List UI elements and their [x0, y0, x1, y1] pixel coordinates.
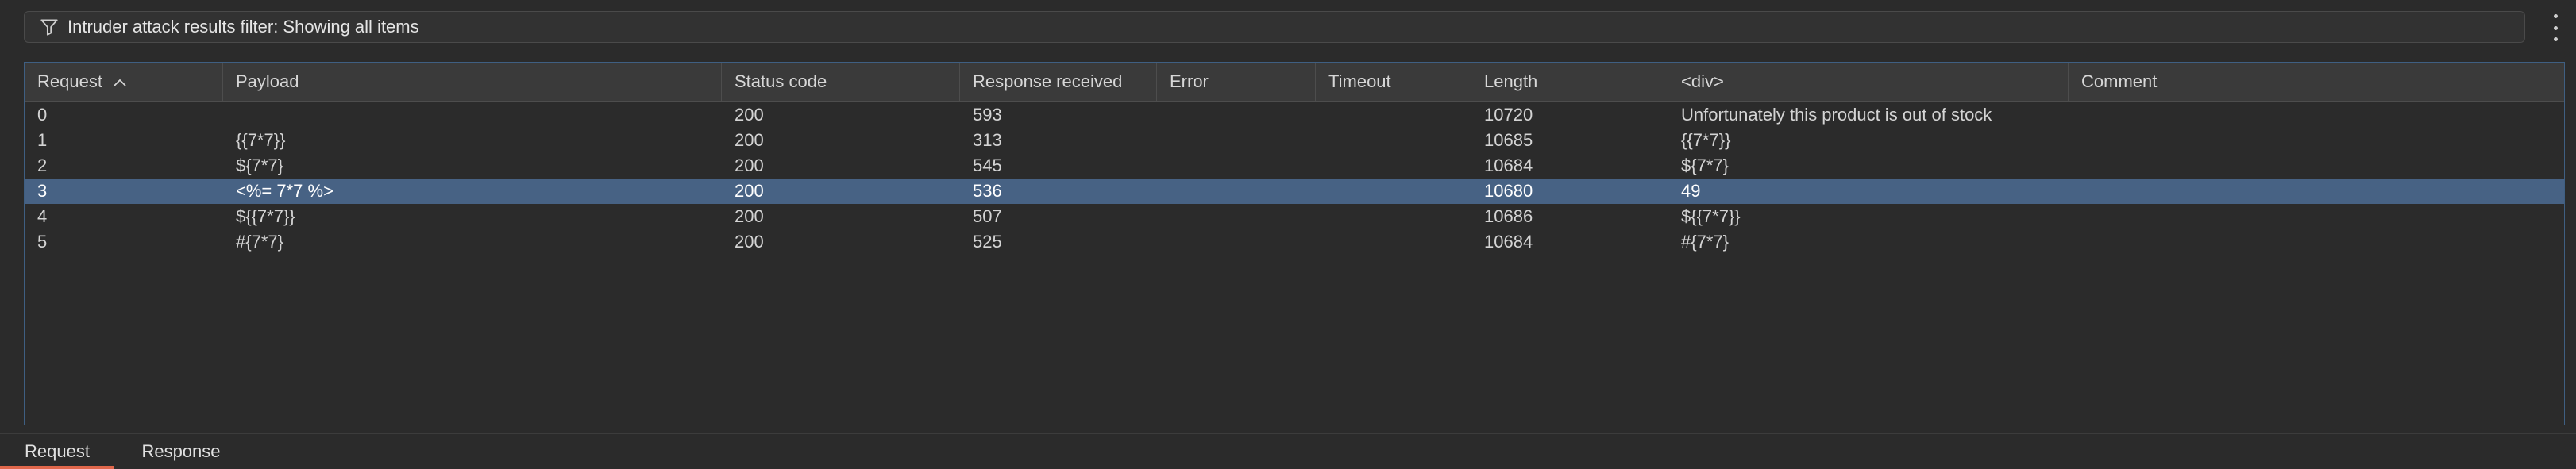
cell-payload: ${7*7} — [236, 156, 283, 175]
table-row[interactable]: 2 ${7*7} 200 545 10684 ${7*7} — [25, 153, 2564, 179]
sort-ascending-icon — [114, 79, 126, 86]
table-row[interactable]: 4 ${{7*7}} 200 507 10686 ${{7*7}} — [25, 204, 2564, 229]
cell-error — [1157, 204, 1316, 229]
cell-payload: #{7*7} — [236, 232, 283, 252]
column-header-response-received[interactable]: Response received — [960, 63, 1157, 101]
cell-payload: <%= 7*7 %> — [236, 181, 334, 201]
cell-request: 2 — [37, 156, 48, 175]
cell-status-code: 200 — [735, 206, 764, 226]
cell-length: 10685 — [1484, 130, 1533, 150]
cell-length: 10680 — [1484, 181, 1533, 201]
cell-timeout — [1316, 102, 1471, 128]
table-row[interactable]: 1 {{7*7}} 200 313 10685 {{7*7}} — [25, 128, 2564, 153]
cell-length: 10684 — [1484, 156, 1533, 175]
cell-timeout — [1316, 229, 1471, 255]
cell-timeout — [1316, 153, 1471, 179]
table-row[interactable]: 0 200 593 10720 Unfortunately this produ… — [25, 102, 2564, 128]
cell-request: 1 — [37, 130, 48, 150]
cell-response-received: 545 — [973, 156, 1002, 175]
column-header-comment[interactable]: Comment — [2069, 63, 2564, 101]
cell-length: 10684 — [1484, 232, 1533, 252]
filter-text: Intruder attack results filter: Showing … — [67, 17, 419, 37]
column-header-payload[interactable]: Payload — [223, 63, 722, 101]
cell-div: ${7*7} — [1681, 156, 1729, 175]
cell-div: 49 — [1681, 181, 1701, 201]
cell-payload — [223, 102, 722, 128]
cell-error — [1157, 179, 1316, 204]
tab-response[interactable]: Response — [124, 434, 238, 469]
cell-response-received: 536 — [973, 181, 1002, 201]
results-table: Request Payload Status code Response rec… — [24, 62, 2565, 425]
cell-div: ${{7*7}} — [1681, 206, 1741, 226]
cell-payload: {{7*7}} — [236, 130, 286, 150]
cell-timeout — [1316, 204, 1471, 229]
cell-payload: ${{7*7}} — [236, 206, 295, 226]
more-options-icon[interactable] — [2547, 14, 2563, 41]
cell-div: Unfortunately this product is out of sto… — [1681, 105, 1992, 125]
cell-response-received: 593 — [973, 105, 1002, 125]
column-header-status-code[interactable]: Status code — [722, 63, 960, 101]
cell-timeout — [1316, 179, 1471, 204]
cell-request: 5 — [37, 232, 48, 252]
cell-status-code: 200 — [735, 130, 764, 150]
cell-comment — [2069, 179, 2564, 204]
cell-status-code: 200 — [735, 156, 764, 175]
cell-status-code: 200 — [735, 105, 764, 125]
cell-response-received: 507 — [973, 206, 1002, 226]
cell-status-code: 200 — [735, 181, 764, 201]
column-header-error[interactable]: Error — [1157, 63, 1316, 101]
column-header-div[interactable]: <div> — [1668, 63, 2069, 101]
message-editor-tabs: Request Response — [0, 433, 2576, 469]
cell-error — [1157, 128, 1316, 153]
cell-request: 4 — [37, 206, 48, 226]
cell-error — [1157, 153, 1316, 179]
cell-response-received: 313 — [973, 130, 1002, 150]
cell-length: 10720 — [1484, 105, 1533, 125]
cell-status-code: 200 — [735, 232, 764, 252]
table-header: Request Payload Status code Response rec… — [25, 63, 2564, 102]
cell-comment — [2069, 128, 2564, 153]
cell-comment — [2069, 153, 2564, 179]
cell-timeout — [1316, 128, 1471, 153]
cell-request: 0 — [37, 105, 48, 125]
table-row[interactable]: 5 #{7*7} 200 525 10684 #{7*7} — [25, 229, 2564, 255]
tab-request[interactable]: Request — [0, 434, 114, 469]
cell-length: 10686 — [1484, 206, 1533, 226]
column-header-timeout[interactable]: Timeout — [1316, 63, 1471, 101]
cell-comment — [2069, 204, 2564, 229]
filter-icon — [40, 19, 58, 36]
cell-error — [1157, 102, 1316, 128]
cell-response-received: 525 — [973, 232, 1002, 252]
cell-request: 3 — [37, 181, 48, 201]
cell-comment — [2069, 102, 2564, 128]
column-header-request[interactable]: Request — [25, 63, 223, 101]
cell-div: #{7*7} — [1681, 232, 1729, 252]
column-header-length[interactable]: Length — [1471, 63, 1668, 101]
results-filter-bar[interactable]: Intruder attack results filter: Showing … — [24, 11, 2525, 43]
table-row-selected[interactable]: 3 <%= 7*7 %> 200 536 10680 49 — [25, 179, 2564, 204]
cell-div: {{7*7}} — [1681, 130, 1731, 150]
cell-error — [1157, 229, 1316, 255]
cell-comment — [2069, 229, 2564, 255]
